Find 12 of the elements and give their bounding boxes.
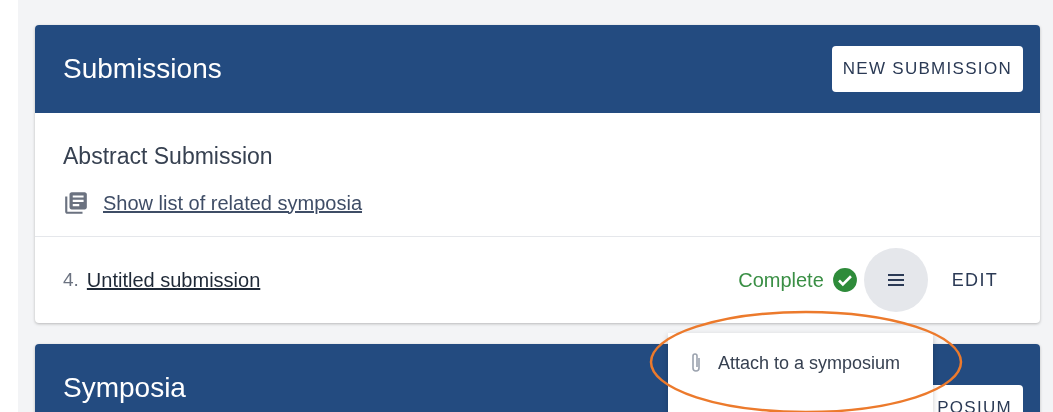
card-title: Submissions	[63, 53, 222, 85]
check-icon	[831, 267, 858, 293]
card-title: Symposia	[63, 372, 186, 404]
edit-button[interactable]: EDIT	[945, 268, 1004, 292]
row-number: 4.	[63, 269, 79, 291]
list-icon	[63, 190, 89, 216]
menu-item[interactable]: Attach to a symposium	[668, 351, 933, 375]
submission-link[interactable]: Untitled submission	[86, 268, 261, 292]
related-symposia-link[interactable]: Show list of related symposia	[103, 191, 362, 215]
new-submission-button[interactable]: NEW SUBMISSION	[831, 46, 1023, 92]
status-label: Complete	[738, 268, 824, 292]
section-title: Abstract Submission	[63, 143, 274, 170]
